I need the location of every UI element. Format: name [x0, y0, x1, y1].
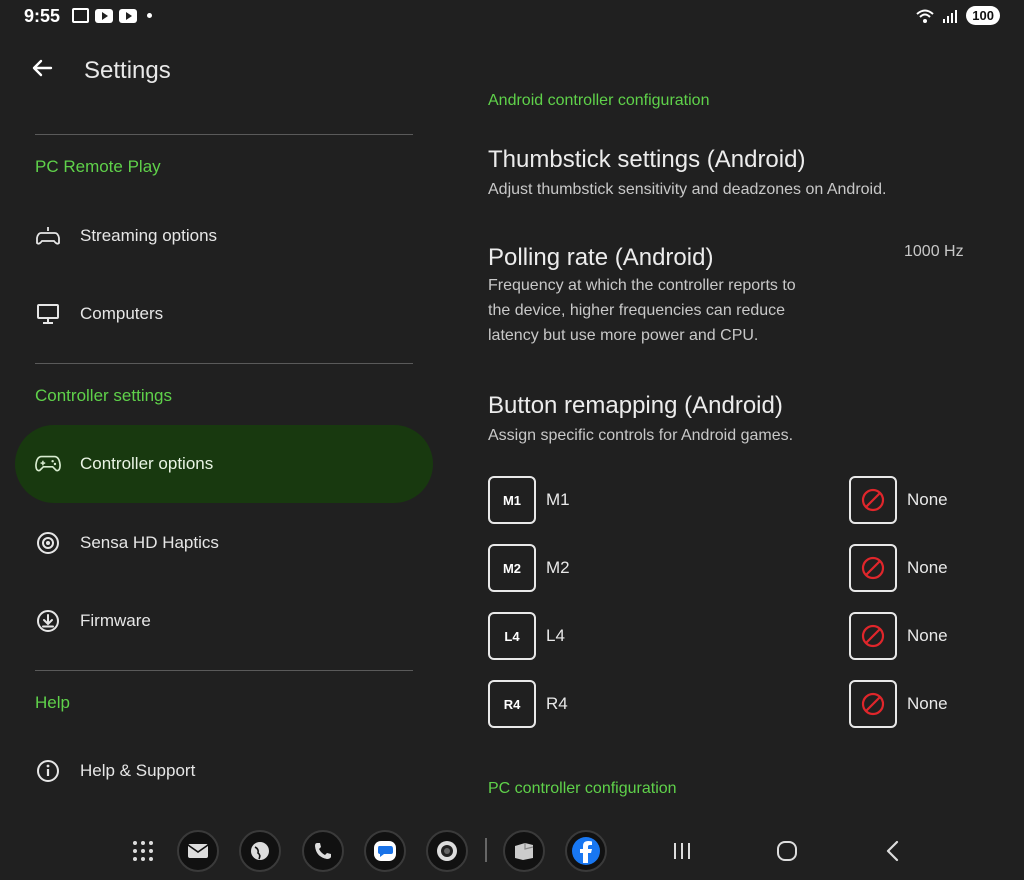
sidebar-item-label: Sensa HD Haptics [80, 533, 219, 552]
files-icon[interactable] [503, 830, 545, 872]
key-badge: M1 [488, 476, 536, 524]
sidebar-item-computers[interactable]: Computers [15, 275, 433, 353]
browser-icon[interactable] [239, 830, 281, 872]
divider [35, 134, 413, 135]
key-label: R4 [546, 694, 568, 713]
mapping-button[interactable] [849, 612, 897, 660]
recents-icon[interactable] [667, 836, 697, 866]
key-badge: R4 [488, 680, 536, 728]
mapping-label: None [907, 490, 948, 509]
taskbar [0, 822, 1024, 880]
section-controller-settings: Controller settings [35, 386, 173, 405]
divider [35, 363, 413, 364]
none-icon [861, 488, 885, 512]
back-icon[interactable] [878, 836, 908, 866]
section-pc-remote-play: PC Remote Play [35, 157, 161, 176]
key-badge: M2 [488, 544, 536, 592]
polling-desc: Frequency at which the controller report… [488, 277, 796, 344]
app-drawer-icon[interactable] [128, 836, 158, 866]
gamepad-icon [35, 451, 61, 477]
sidebar-item-label: Streaming options [80, 226, 218, 245]
status-bar: 9:55 100 [0, 0, 1024, 32]
sidebar-item-streaming-options[interactable]: Streaming options [15, 197, 433, 275]
sidebar-item-label: Help & Support [80, 761, 196, 780]
polling-title: Polling rate (Android) [488, 244, 714, 271]
remap-row-m1[interactable]: M1 M1 None [488, 476, 968, 524]
youtube-icon [95, 8, 113, 23]
dot-icon [147, 13, 152, 18]
key-label: M1 [546, 490, 570, 509]
download-icon [35, 608, 61, 634]
phone-icon[interactable] [302, 830, 344, 872]
thumbstick-title: Thumbstick settings (Android) [488, 146, 806, 173]
mapping-button[interactable] [849, 544, 897, 592]
screenshot-icon [72, 8, 89, 23]
sidebar-item-help-support[interactable]: Help & Support [15, 732, 433, 810]
key-label: M2 [546, 558, 570, 577]
mapping-label: None [907, 694, 948, 713]
polling-value: 1000 Hz [904, 243, 964, 260]
thumbstick-desc: Adjust thumbstick sensitivity and deadzo… [488, 181, 887, 198]
remap-row-l4[interactable]: L4 L4 None [488, 612, 968, 660]
sidebar-item-sensa-hd-haptics[interactable]: Sensa HD Haptics [15, 504, 433, 582]
pc-config-heading: PC controller configuration [488, 780, 677, 797]
remap-row-r4[interactable]: R4 R4 None [488, 680, 968, 728]
remap-title: Button remapping (Android) [488, 392, 783, 419]
remap-desc: Assign specific controls for Android gam… [488, 427, 794, 444]
camera-icon[interactable] [426, 830, 468, 872]
info-icon [35, 758, 61, 784]
sidebar-item-firmware[interactable]: Firmware [15, 582, 433, 660]
status-time: 9:55 [24, 6, 61, 26]
none-icon [861, 624, 885, 648]
key-label: L4 [546, 626, 565, 645]
none-icon [861, 692, 885, 716]
android-config-heading: Android controller configuration [488, 92, 710, 109]
streaming-controller-icon [35, 223, 61, 249]
signal-icon [943, 9, 958, 23]
remap-row-m2[interactable]: M2 M2 None [488, 544, 968, 592]
monitor-icon [35, 301, 61, 327]
section-help: Help [35, 693, 70, 712]
key-badge: L4 [488, 612, 536, 660]
mapping-button[interactable] [849, 476, 897, 524]
back-arrow-icon [32, 59, 53, 77]
facebook-icon[interactable] [565, 830, 607, 872]
sidebar-item-label: Firmware [80, 611, 151, 630]
messages-icon[interactable] [364, 830, 406, 872]
mapping-button[interactable] [849, 680, 897, 728]
battery-level: 100 [966, 6, 1000, 25]
mail-icon[interactable] [177, 830, 219, 872]
sidebar-item-label: Computers [80, 304, 164, 323]
back-button[interactable] [30, 56, 60, 86]
none-icon [861, 556, 885, 580]
page-title: Settings [84, 57, 171, 84]
youtube-icon [119, 8, 137, 23]
sidebar-item-controller-options[interactable]: Controller options [15, 425, 433, 503]
haptics-icon [35, 530, 61, 556]
sidebar-item-label: Controller options [80, 454, 214, 473]
dock-separator [485, 838, 487, 862]
home-icon[interactable] [772, 836, 802, 866]
wifi-icon [916, 9, 934, 23]
mapping-label: None [907, 626, 948, 645]
divider [35, 670, 413, 671]
mapping-label: None [907, 558, 948, 577]
